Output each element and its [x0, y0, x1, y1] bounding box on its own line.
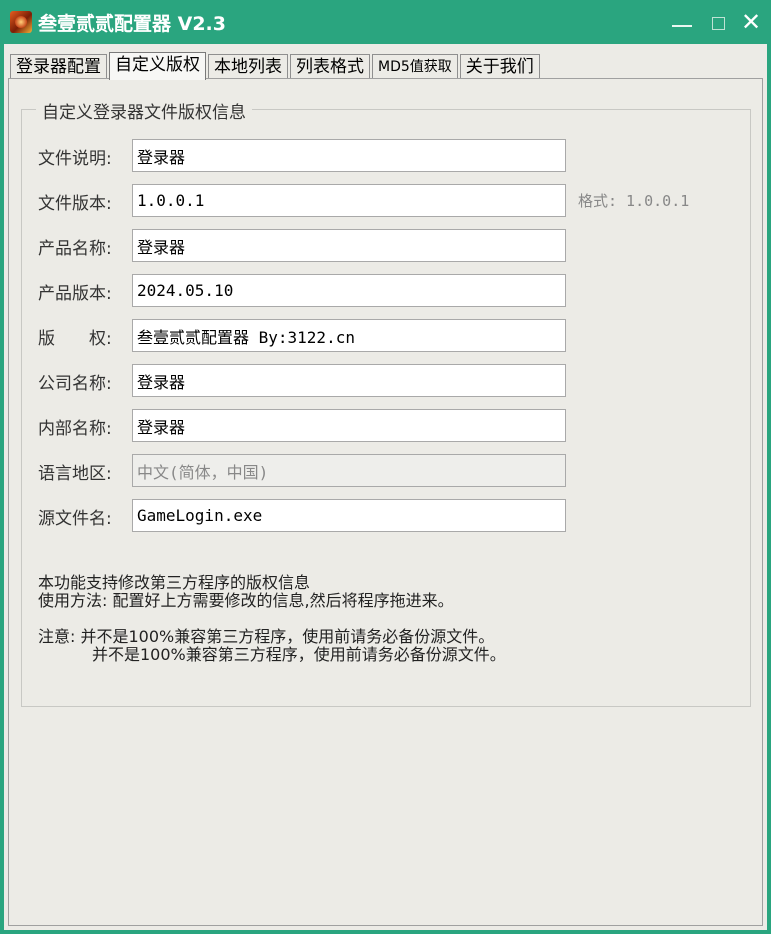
usage-note-line2: 使用方法: 配置好上方需要修改的信息,然后将程序拖进来。 [38, 591, 454, 610]
tab-local-list[interactable]: 本地列表 [208, 54, 288, 79]
maximize-icon[interactable] [700, 0, 736, 44]
field-row: 内部名称: [22, 409, 752, 442]
copyright-input[interactable] [132, 319, 566, 352]
copyright-group: 自定义登录器文件版权信息 文件说明: 文件版本: 格式: 1.0.0.1 产品名… [21, 98, 752, 707]
product-name-input[interactable] [132, 229, 566, 262]
tab-panel: 自定义登录器文件版权信息 文件说明: 文件版本: 格式: 1.0.0.1 产品名… [8, 78, 763, 926]
version-format-hint: 格式: 1.0.0.1 [578, 192, 690, 210]
group-title: 自定义登录器文件版权信息 [36, 98, 252, 123]
file-version-input[interactable] [132, 184, 566, 217]
tab-about[interactable]: 关于我们 [459, 54, 540, 79]
warning-note-line2: 并不是100%兼容第三方程序，使用前请务必备份源文件。 [92, 645, 506, 664]
field-row: 产品名称: [22, 229, 752, 262]
field-label: 产品名称: [38, 239, 112, 259]
field-row: 版 权: [22, 319, 752, 352]
client-area: 登录器配置 自定义版权 本地列表 列表格式 MD5值获取 关于我们 自定义登录器… [4, 44, 767, 930]
field-row: 源文件名: [22, 499, 752, 532]
internal-name-input[interactable] [132, 409, 566, 442]
field-row: 产品版本: [22, 274, 752, 307]
field-label: 源文件名: [38, 509, 112, 529]
minimize-icon[interactable] [664, 0, 700, 44]
field-label: 文件版本: [38, 194, 112, 214]
app-window: 叁壹贰贰配置器 V2.3 ✕ 登录器配置 自定义版权 本地列表 列表格式 MD5… [0, 0, 771, 934]
field-label: 公司名称: [38, 374, 112, 394]
usage-note-line1: 本功能支持修改第三方程序的版权信息 [38, 573, 311, 592]
field-row: 文件说明: [22, 139, 752, 172]
field-label: 版 权: [38, 329, 112, 349]
window-title: 叁壹贰贰配置器 V2.3 [38, 13, 226, 35]
close-icon[interactable]: ✕ [733, 0, 769, 44]
product-version-input[interactable] [132, 274, 566, 307]
tab-bar: 登录器配置 自定义版权 本地列表 列表格式 MD5值获取 关于我们 [10, 52, 542, 80]
field-label: 产品版本: [38, 284, 112, 304]
tab-custom-copyright[interactable]: 自定义版权 [109, 52, 206, 80]
file-description-input[interactable] [132, 139, 566, 172]
field-row: 语言地区: [22, 454, 752, 487]
tab-login-config[interactable]: 登录器配置 [10, 54, 107, 79]
tab-list-format[interactable]: 列表格式 [290, 54, 370, 79]
source-filename-input[interactable] [132, 499, 566, 532]
field-label: 文件说明: [38, 149, 112, 169]
field-row: 公司名称: [22, 364, 752, 397]
title-bar[interactable]: 叁壹贰贰配置器 V2.3 ✕ [0, 0, 771, 44]
tab-md5[interactable]: MD5值获取 [372, 54, 458, 79]
company-name-input[interactable] [132, 364, 566, 397]
language-region-input [132, 454, 566, 487]
field-row: 文件版本: 格式: 1.0.0.1 [22, 184, 752, 217]
warning-note-line1: 注意: 并不是100%兼容第三方程序，使用前请务必备份源文件。 [38, 627, 495, 646]
field-label: 内部名称: [38, 419, 112, 439]
app-logo-icon [10, 11, 32, 33]
field-label: 语言地区: [38, 464, 112, 484]
